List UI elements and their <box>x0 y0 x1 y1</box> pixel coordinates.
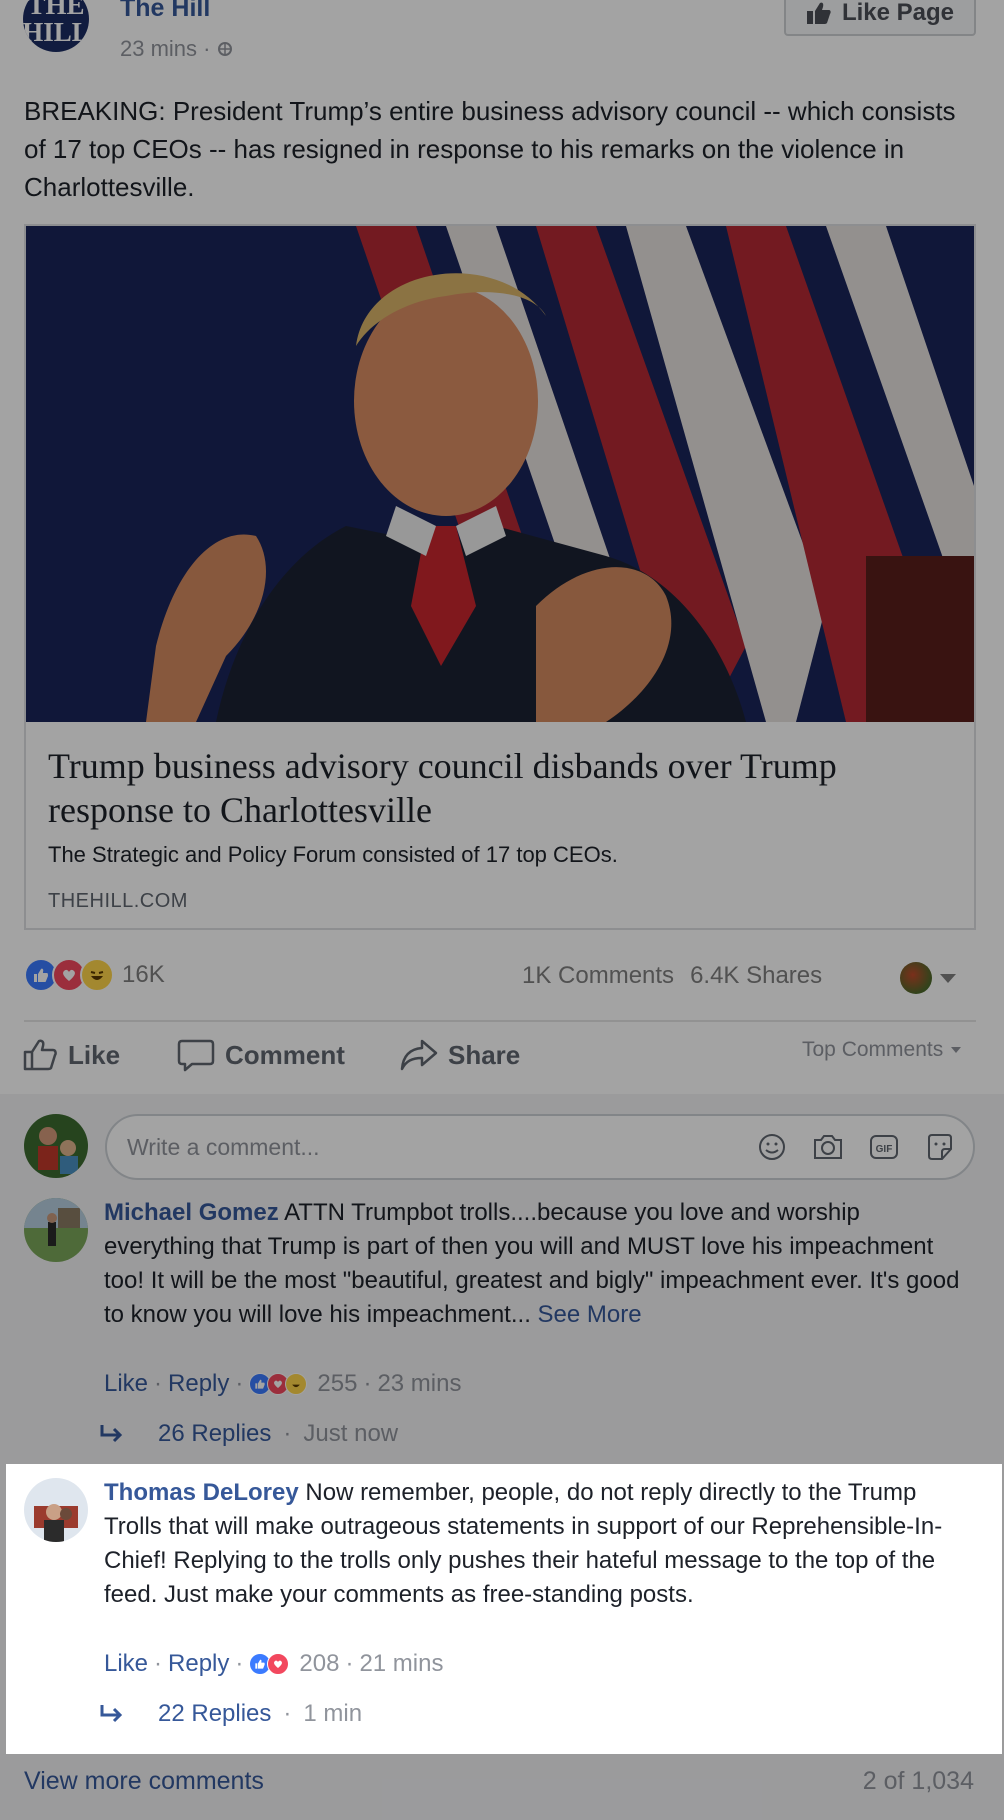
like-button[interactable]: Like <box>22 1038 120 1072</box>
comment-reaction-count: 208 <box>299 1650 340 1677</box>
thumbs-up-icon <box>806 2 831 24</box>
comment-reactions[interactable] <box>249 1653 290 1675</box>
comment-author-link[interactable]: Thomas DeLorey <box>104 1479 299 1506</box>
love-icon <box>267 1653 290 1675</box>
comment-body: Michael Gomez ATTN Trumpbot trolls....be… <box>104 1196 964 1332</box>
post-as-selector[interactable] <box>900 962 956 994</box>
engagement-stats: 1K Comments 6.4K Shares <box>522 962 822 990</box>
replies-link[interactable]: 22 Replies <box>158 1700 271 1728</box>
view-replies[interactable]: 26 Replies · Just now <box>98 1420 398 1448</box>
commenter-avatar[interactable] <box>24 1478 88 1542</box>
caret-down-icon <box>951 1047 962 1053</box>
svg-text:GIF: GIF <box>876 1144 893 1155</box>
comment-composer[interactable]: GIF <box>105 1114 975 1180</box>
gif-icon[interactable]: GIF <box>867 1130 901 1164</box>
link-description: The Strategic and Policy Forum consisted… <box>48 842 618 867</box>
separator-dot: · <box>363 1370 372 1397</box>
comment-reply-link[interactable]: Reply <box>168 1370 229 1398</box>
dim-overlay <box>0 1464 6 1754</box>
comment-sort-label: Top Comments <box>802 1038 944 1061</box>
separator-dot: · <box>283 1420 292 1447</box>
post-text: BREAKING: President Trump’s entire busin… <box>24 96 956 202</box>
post-time-text: 23 mins · <box>120 36 211 61</box>
chevron-down-icon <box>940 973 956 983</box>
like-page-button[interactable]: Like Page <box>784 0 976 36</box>
camera-icon[interactable] <box>811 1130 845 1164</box>
separator-dot: · <box>154 1370 163 1397</box>
viewer-avatar <box>900 962 932 994</box>
comment-actions: Like · Reply · 208 · 21 mins <box>104 1650 443 1678</box>
comment-reactions[interactable] <box>249 1373 308 1395</box>
viewer-avatar[interactable] <box>24 1114 88 1178</box>
comment-like-link[interactable]: Like <box>104 1650 148 1678</box>
reply-arrow-icon <box>100 1705 123 1723</box>
shares-count-link[interactable]: 6.4K Shares <box>690 962 822 990</box>
reaction-count: 16K <box>122 961 165 988</box>
comment-icon <box>177 1039 215 1072</box>
comment-like-link[interactable]: Like <box>104 1370 148 1398</box>
reply-arrow-icon <box>100 1425 123 1443</box>
comment-author-link[interactable]: Michael Gomez <box>104 1199 279 1226</box>
like-page-label: Like Page <box>841 0 955 26</box>
globe-icon <box>218 42 233 56</box>
see-more-link[interactable]: See More <box>531 1301 642 1328</box>
view-replies[interactable]: 22 Replies · 1 min <box>98 1700 362 1728</box>
separator-dot: · <box>283 1700 292 1727</box>
separator-dot: · <box>235 1650 244 1677</box>
comment-time[interactable]: 21 mins <box>359 1650 443 1678</box>
separator-dot: · <box>345 1650 354 1677</box>
commenter-avatar[interactable] <box>24 1198 88 1262</box>
haha-icon <box>285 1373 308 1395</box>
comment-button[interactable]: Comment <box>177 1038 345 1072</box>
comment-input[interactable] <box>127 1134 627 1161</box>
share-button[interactable]: Share <box>400 1038 520 1072</box>
share-label: Share <box>448 1039 521 1070</box>
separator-dot: · <box>154 1650 163 1677</box>
sticker-icon[interactable] <box>923 1130 957 1164</box>
comment-body: Thomas DeLorey Now remember, people, do … <box>104 1476 964 1612</box>
separator-dot: · <box>235 1370 244 1397</box>
link-title: Trump business advisory council disbands… <box>48 746 837 830</box>
link-preview[interactable]: Trump business advisory council disbands… <box>24 224 976 930</box>
comment-reply-link[interactable]: Reply <box>168 1650 229 1678</box>
post-card: THE HILL The Hill 23 mins · Like Page BR… <box>0 0 1004 1820</box>
page-avatar[interactable]: THE HILL <box>23 0 89 52</box>
page-name-link[interactable]: The Hill <box>120 0 210 23</box>
divider <box>24 1020 976 1022</box>
share-icon <box>400 1039 438 1071</box>
emoji-icon[interactable] <box>755 1130 789 1164</box>
page-avatar-logo: THE HILL <box>23 0 89 47</box>
like-outline-icon <box>23 1039 57 1071</box>
comment-sort-dropdown[interactable]: Top Comments <box>802 1038 962 1062</box>
replies-link[interactable]: 26 Replies <box>158 1420 271 1448</box>
reaction-summary[interactable]: 16K <box>24 958 165 992</box>
comment-position: 2 of 1,034 <box>862 1767 974 1795</box>
link-domain: THEHILL.COM <box>48 890 188 912</box>
post-timestamp[interactable]: 23 mins · <box>120 36 234 62</box>
comment-reaction-count: 255 <box>317 1370 358 1397</box>
haha-icon <box>80 958 114 992</box>
composer-tools: GIF <box>755 1130 957 1164</box>
article-photo <box>26 226 974 722</box>
comment-actions: Like · Reply · 255 · 23 mins <box>104 1370 461 1398</box>
comment-time[interactable]: 23 mins <box>377 1370 461 1398</box>
comment-label: Comment <box>225 1039 345 1070</box>
like-label: Like <box>68 1039 121 1070</box>
view-more-comments-link[interactable]: View more comments <box>24 1767 264 1796</box>
replies-time: Just now <box>303 1420 399 1447</box>
comments-count-link[interactable]: 1K Comments <box>522 962 674 990</box>
replies-time: 1 min <box>303 1700 363 1727</box>
